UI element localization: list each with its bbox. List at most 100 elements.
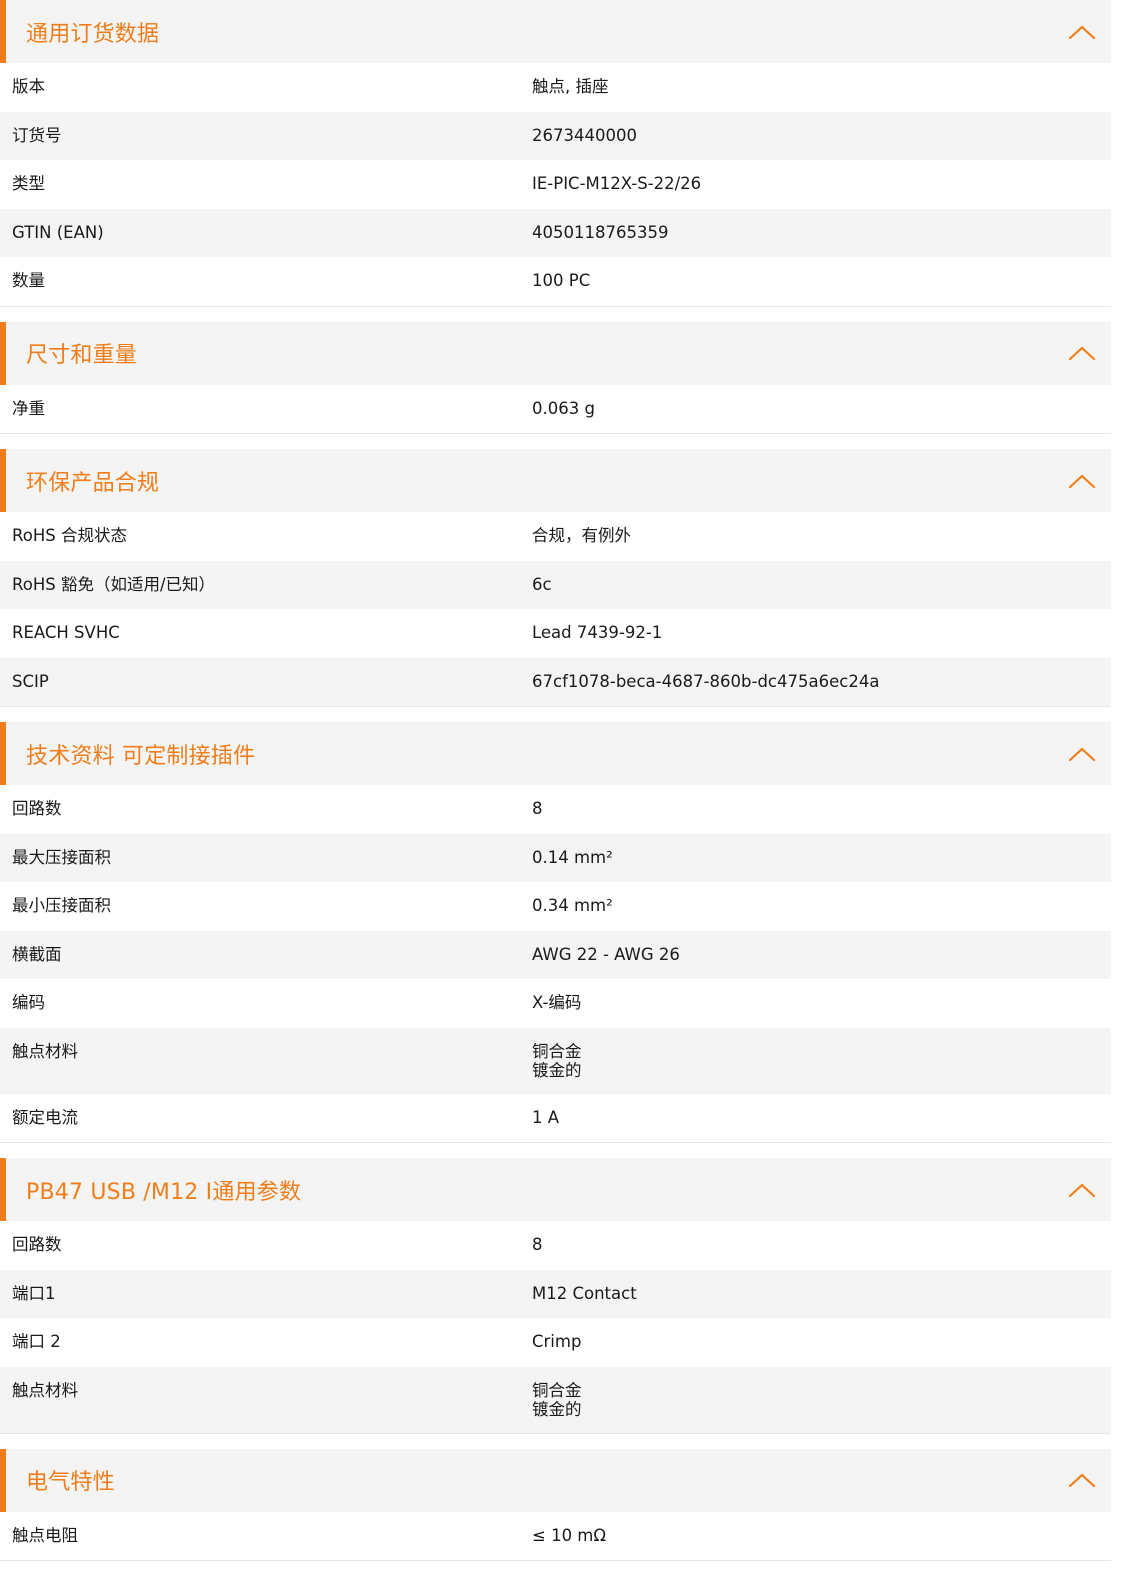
spec-row: REACH SVHC Lead 7439-92-1 — [0, 609, 1111, 658]
section-header[interactable]: 技术资料 可定制接插件 — [0, 722, 1111, 785]
section-accent-bar — [0, 449, 6, 512]
spec-row: RoHS 豁免（如适用/已知） 6c — [0, 560, 1111, 609]
spec-value: 6c — [532, 574, 552, 594]
spec-value: X-编码 — [532, 993, 582, 1012]
spec-row: 最小压接面积 0.34 mm² — [0, 882, 1111, 931]
spec-label: 触点电阻 — [12, 1525, 78, 1545]
spec-value: 8 — [532, 1235, 543, 1254]
spec-value: 1 A — [532, 1107, 560, 1127]
spec-row: 最大压接面积 0.14 mm² — [0, 833, 1111, 882]
spec-row: 端口1 M12 Contact — [0, 1269, 1111, 1318]
spec-row: SCIP 67cf1078-beca-4687-860b-dc475a6ec24a — [0, 657, 1111, 706]
section-body: 净重 0.063 g — [0, 384, 1111, 433]
spec-label: RoHS 合规状态 — [12, 526, 127, 545]
chevron-up-icon[interactable] — [1067, 1465, 1097, 1495]
section-body: 版本 触点, 插座订货号 2673440000 类型 IE-PIC-M12X-S-22/… — [0, 63, 1111, 306]
spec-label: SCIP — [12, 671, 49, 691]
spec-label: REACH SVHC — [12, 623, 120, 642]
spec-value: 100 PC — [532, 271, 591, 290]
spec-label: 端口 2 — [12, 1332, 61, 1351]
spec-label: 最大压接面积 — [12, 847, 111, 867]
spec-row: 额定电流 1 A — [0, 1093, 1111, 1142]
section-header[interactable]: 通用订货数据 — [0, 0, 1111, 63]
section-header[interactable]: PB47 USB /M12 I通用参数 — [0, 1158, 1111, 1221]
spec-label: 版本 — [12, 77, 45, 96]
section-accent-bar — [0, 1448, 6, 1512]
spec-label: RoHS 豁免（如适用/已知） — [12, 574, 216, 594]
spec-value: 0.063 g — [532, 398, 595, 418]
spec-value: 0.34 mm² — [532, 896, 613, 915]
spec-section: 电气特性触点电阻 ≤ 10 mΩ — [0, 1448, 1111, 1560]
spec-value: 67cf1078-beca-4687-860b-dc475a6ec24a — [532, 671, 880, 691]
spec-value: 2673440000 — [532, 125, 637, 145]
spec-value: 触点, 插座 — [532, 77, 609, 96]
chevron-up-icon[interactable] — [1067, 1175, 1097, 1205]
spec-value: M12 Contact — [532, 1283, 637, 1303]
spec-row: 触点材料 铜合金 镀金的 — [0, 1366, 1111, 1433]
spec-value: ≤ 10 mΩ — [532, 1525, 606, 1545]
spec-section: 环保产品合规 RoHS 合规状态 合规，有例外 RoHS 豁免（如适用/已知） 6c RE… — [0, 449, 1111, 706]
section-body: 回路数 8 最大压接面积 0.14 mm² 最小压接面积 0.34 mm² 横截面 AWG 2… — [0, 785, 1111, 1142]
spec-label: 回路数 — [12, 799, 62, 818]
spec-label: 类型 — [12, 174, 45, 193]
section-title: 通用订货数据 — [26, 21, 160, 47]
section-title: 电气特性 — [26, 1470, 115, 1495]
spec-label: 净重 — [12, 398, 45, 418]
spec-row: 回路数 8 — [0, 1221, 1111, 1270]
spec-label: 触点材料 — [12, 1380, 78, 1400]
spec-value: 铜合金 镀金的 — [532, 1380, 582, 1419]
chevron-up-icon[interactable] — [1067, 338, 1097, 368]
spec-label: 编码 — [12, 993, 45, 1012]
spec-section: 技术资料 可定制接插件回路数 8 最大压接面积 0.14 mm² 最小压接面积 0.34 … — [0, 722, 1111, 1142]
spec-section: 通用订货数据版本 触点, 插座订货号 2673440000 类型 IE-PIC-M12X… — [0, 0, 1111, 306]
spec-row: RoHS 合规状态 合规，有例外 — [0, 512, 1111, 561]
spec-value: 4050118765359 — [532, 222, 669, 242]
spec-label: 横截面 — [12, 944, 62, 964]
spec-label: 数量 — [12, 271, 45, 290]
spec-row: 数量 100 PC — [0, 257, 1111, 306]
spec-section: 尺寸和重量净重 0.063 g — [0, 321, 1111, 433]
spec-row: 编码 X-编码 — [0, 979, 1111, 1028]
section-title: 尺寸和重量 — [26, 343, 138, 368]
section-accent-bar — [0, 321, 6, 385]
spec-row: 净重 0.063 g — [0, 384, 1111, 433]
spec-row: 端口 2 Crimp — [0, 1318, 1111, 1367]
spec-label: 订货号 — [12, 125, 62, 145]
spec-row: 横截面 AWG 22 - AWG 26 — [0, 930, 1111, 979]
spec-value: Crimp — [532, 1332, 582, 1351]
spec-value: IE-PIC-M12X-S-22/26 — [532, 174, 702, 193]
spec-section: PB47 USB /M12 I通用参数回路数 8 端口1 M12 Contact 端口 … — [0, 1158, 1111, 1433]
datasheet-page: 通用订货数据版本 触点, 插座订货号 2673440000 类型 IE-PIC-M12X… — [0, 0, 1111, 1560]
spec-value: 铜合金 镀金的 — [532, 1041, 582, 1080]
section-body: 回路数 8 端口1 M12 Contact 端口 2 Crimp 触点材料 铜合金 镀金的 — [0, 1221, 1111, 1433]
section-header[interactable]: 环保产品合规 — [0, 449, 1111, 512]
chevron-up-icon[interactable] — [1067, 17, 1097, 47]
section-title: PB47 USB /M12 I通用参数 — [26, 1179, 302, 1205]
section-accent-bar — [0, 0, 6, 63]
spec-value: 0.14 mm² — [532, 847, 613, 867]
spec-value: 合规，有例外 — [532, 526, 631, 545]
spec-label: GTIN (EAN) — [12, 222, 104, 242]
spec-row: GTIN (EAN) 4050118765359 — [0, 208, 1111, 257]
spec-label: 回路数 — [12, 1235, 62, 1254]
spec-label: 端口1 — [12, 1283, 56, 1303]
section-header[interactable]: 尺寸和重量 — [0, 321, 1111, 385]
section-title: 技术资料 可定制接插件 — [26, 743, 256, 769]
chevron-up-icon[interactable] — [1067, 739, 1097, 769]
spec-label: 触点材料 — [12, 1041, 78, 1061]
spec-value: AWG 22 - AWG 26 — [532, 944, 680, 964]
section-body: RoHS 合规状态 合规，有例外 RoHS 豁免（如适用/已知） 6c REACH SV… — [0, 512, 1111, 706]
section-body: 触点电阻 ≤ 10 mΩ — [0, 1511, 1111, 1560]
spec-label: 额定电流 — [12, 1107, 78, 1127]
spec-row: 触点电阻 ≤ 10 mΩ — [0, 1511, 1111, 1560]
spec-value: Lead 7439-92-1 — [532, 623, 663, 642]
spec-value: 8 — [532, 799, 543, 818]
section-header[interactable]: 电气特性 — [0, 1448, 1111, 1512]
spec-row: 版本 触点, 插座 — [0, 63, 1111, 112]
spec-row: 回路数 8 — [0, 785, 1111, 834]
section-title: 环保产品合规 — [26, 470, 160, 496]
section-accent-bar — [0, 1158, 6, 1221]
section-accent-bar — [0, 722, 6, 785]
spec-row: 类型 IE-PIC-M12X-S-22/26 — [0, 160, 1111, 209]
chevron-up-icon[interactable] — [1067, 466, 1097, 496]
